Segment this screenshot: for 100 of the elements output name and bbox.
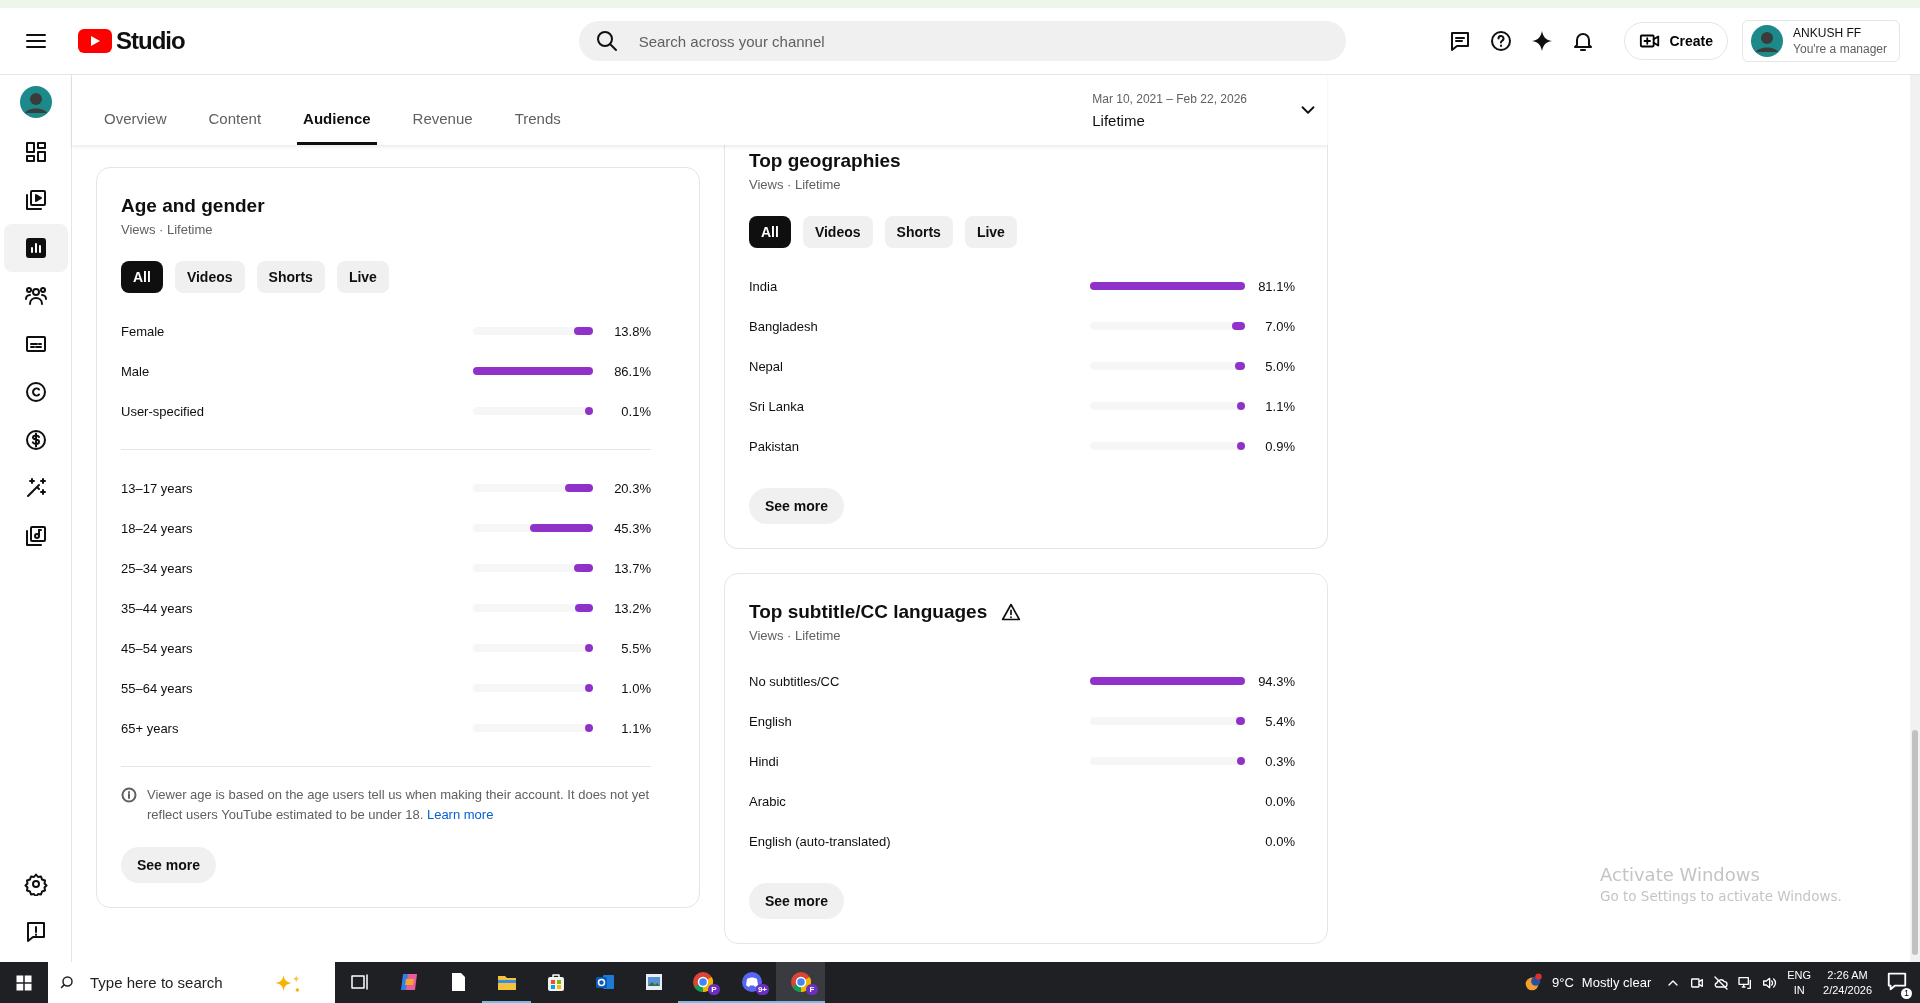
row-value: 45.3% bbox=[613, 520, 651, 536]
account-name: ANKUSH FF bbox=[1793, 25, 1863, 41]
taskbar-app[interactable]: F bbox=[776, 962, 825, 1003]
card-subtitle: Views · Lifetime bbox=[749, 628, 842, 643]
app-badge: F bbox=[806, 984, 818, 995]
language-region: IN bbox=[1792, 982, 1806, 998]
tab[interactable]: Overview bbox=[98, 95, 173, 145]
activation-title: Activate Windows bbox=[1600, 864, 1761, 885]
tab[interactable]: Revenue bbox=[406, 95, 479, 145]
card-title: Age and gender bbox=[121, 194, 265, 218]
avatar-icon bbox=[19, 86, 52, 118]
taskbar-app[interactable]: P bbox=[678, 962, 727, 1003]
card-subtitle: Views · Lifetime bbox=[121, 222, 214, 237]
bar-chart-icon bbox=[23, 236, 48, 260]
note-text: Viewer age is based on the age users tell us when making their account. It does not yet reflect users YouTube estimated to be under 18. Learn more bbox=[147, 786, 650, 824]
filter-chip[interactable]: Live bbox=[964, 216, 1017, 248]
row-value: 1.0% bbox=[620, 680, 651, 696]
play-logo-icon bbox=[78, 29, 112, 53]
row-label: 25–34 years bbox=[121, 560, 194, 576]
row-label: Sri Lanka bbox=[749, 398, 805, 414]
date-range-picker[interactable]: Mar 10, 2021 – Feb 22, 2026 Lifetime bbox=[1080, 82, 1319, 138]
cloud-off-icon[interactable] bbox=[1713, 974, 1730, 991]
row-label: Pakistan bbox=[749, 438, 800, 454]
temperature: 9°C bbox=[1552, 975, 1574, 990]
row-value: 5.0% bbox=[1264, 358, 1295, 374]
taskbar-search-input[interactable]: Type here to search bbox=[88, 973, 262, 992]
tab[interactable]: Trends bbox=[508, 95, 567, 145]
copyright-icon bbox=[23, 380, 48, 404]
row-value: 1.1% bbox=[620, 720, 651, 736]
row-value: 13.8% bbox=[613, 323, 651, 339]
info-icon bbox=[121, 787, 137, 803]
browser-icon bbox=[690, 969, 715, 994]
row-label: Bangladesh bbox=[749, 318, 819, 334]
video-library-icon bbox=[23, 188, 48, 212]
settings-icon bbox=[23, 872, 48, 896]
clock[interactable]: 2:26 AM 2/24/2026 bbox=[1823, 967, 1872, 998]
row-label: 65+ years bbox=[121, 720, 180, 736]
row-label: 18–24 years bbox=[121, 520, 194, 536]
language-indicator[interactable]: ENG IN bbox=[1787, 967, 1812, 998]
filter-chip[interactable]: All bbox=[749, 216, 791, 248]
filter-chip[interactable]: Shorts bbox=[884, 216, 953, 248]
row-value: 0.9% bbox=[1264, 438, 1295, 454]
nav-item[interactable] bbox=[3, 224, 68, 272]
row-label: Female bbox=[121, 323, 166, 339]
help-icon[interactable] bbox=[1489, 29, 1514, 53]
row-label: English bbox=[749, 713, 793, 729]
card-title: Top geographies bbox=[749, 149, 901, 173]
row-label: User-specified bbox=[121, 403, 206, 419]
row-value: 5.4% bbox=[1264, 713, 1295, 729]
windows-logo-icon[interactable] bbox=[15, 973, 33, 992]
browser-icon bbox=[788, 969, 813, 994]
row-value: 0.1% bbox=[620, 403, 651, 419]
filter-chip[interactable]: Videos bbox=[802, 216, 873, 248]
row-label: English (auto-translated) bbox=[749, 833, 892, 849]
period-label: Lifetime bbox=[1092, 111, 1146, 129]
row-value: 5.5% bbox=[620, 640, 651, 656]
scrollbar[interactable] bbox=[1910, 75, 1920, 962]
filter-chip[interactable]: Shorts bbox=[256, 261, 325, 293]
row-label: 55–64 years bbox=[121, 680, 194, 696]
row-label: 35–44 years bbox=[121, 600, 194, 616]
tab[interactable]: Audience bbox=[297, 95, 377, 145]
see-more-button[interactable]: See more bbox=[121, 847, 217, 883]
filter-chip[interactable]: Videos bbox=[174, 261, 245, 293]
row-label: India bbox=[749, 278, 779, 294]
row-value: 0.0% bbox=[1264, 833, 1295, 849]
row-label: Arabic bbox=[749, 793, 787, 809]
account-switcher[interactable]: ANKUSH FF You're a manager bbox=[1742, 20, 1900, 62]
language-code: ENG bbox=[1787, 967, 1812, 983]
people-icon bbox=[23, 284, 48, 308]
row-value: 81.1% bbox=[1257, 278, 1295, 294]
network-icon[interactable] bbox=[1737, 974, 1754, 991]
create-button[interactable]: Create bbox=[1624, 22, 1729, 60]
row-label: Nepal bbox=[749, 358, 784, 374]
taskbar-search-field[interactable]: Type here to search bbox=[48, 962, 335, 1003]
see-more-button[interactable]: See more bbox=[749, 488, 845, 524]
search-icon bbox=[594, 29, 619, 53]
row-value: 7.0% bbox=[1264, 318, 1295, 334]
row-value: 20.3% bbox=[613, 480, 651, 496]
filter-chip[interactable]: Live bbox=[336, 261, 389, 293]
search-input[interactable]: Search across your channel bbox=[636, 31, 1330, 51]
account-role: You're a manager bbox=[1793, 41, 1887, 57]
learn-more-link[interactable]: Learn more bbox=[426, 807, 494, 822]
row-value: 94.3% bbox=[1257, 673, 1295, 689]
filter-chip[interactable]: All bbox=[121, 261, 163, 293]
dollar-icon bbox=[23, 428, 48, 452]
search-field[interactable]: Search across your channel bbox=[578, 21, 1346, 61]
row-label: 13–17 years bbox=[121, 480, 194, 496]
app-badge: P bbox=[708, 984, 720, 995]
weather-condition: Mostly clear bbox=[1581, 975, 1652, 990]
row-label: 45–54 years bbox=[121, 640, 194, 656]
row-value: 0.0% bbox=[1264, 793, 1295, 809]
card-title: Top subtitle/CC languages bbox=[749, 600, 988, 624]
activation-text: Go to Settings to activate Windows. bbox=[1600, 888, 1842, 904]
app-badge: 9+ bbox=[755, 984, 769, 995]
row-value: 86.1% bbox=[613, 363, 651, 379]
clock-time: 2:26 AM bbox=[1826, 967, 1869, 983]
row-label: Hindi bbox=[749, 753, 780, 769]
notification-count: 1 bbox=[1901, 987, 1912, 999]
see-more-button[interactable]: See more bbox=[749, 883, 845, 919]
tab[interactable]: Content bbox=[202, 95, 268, 145]
